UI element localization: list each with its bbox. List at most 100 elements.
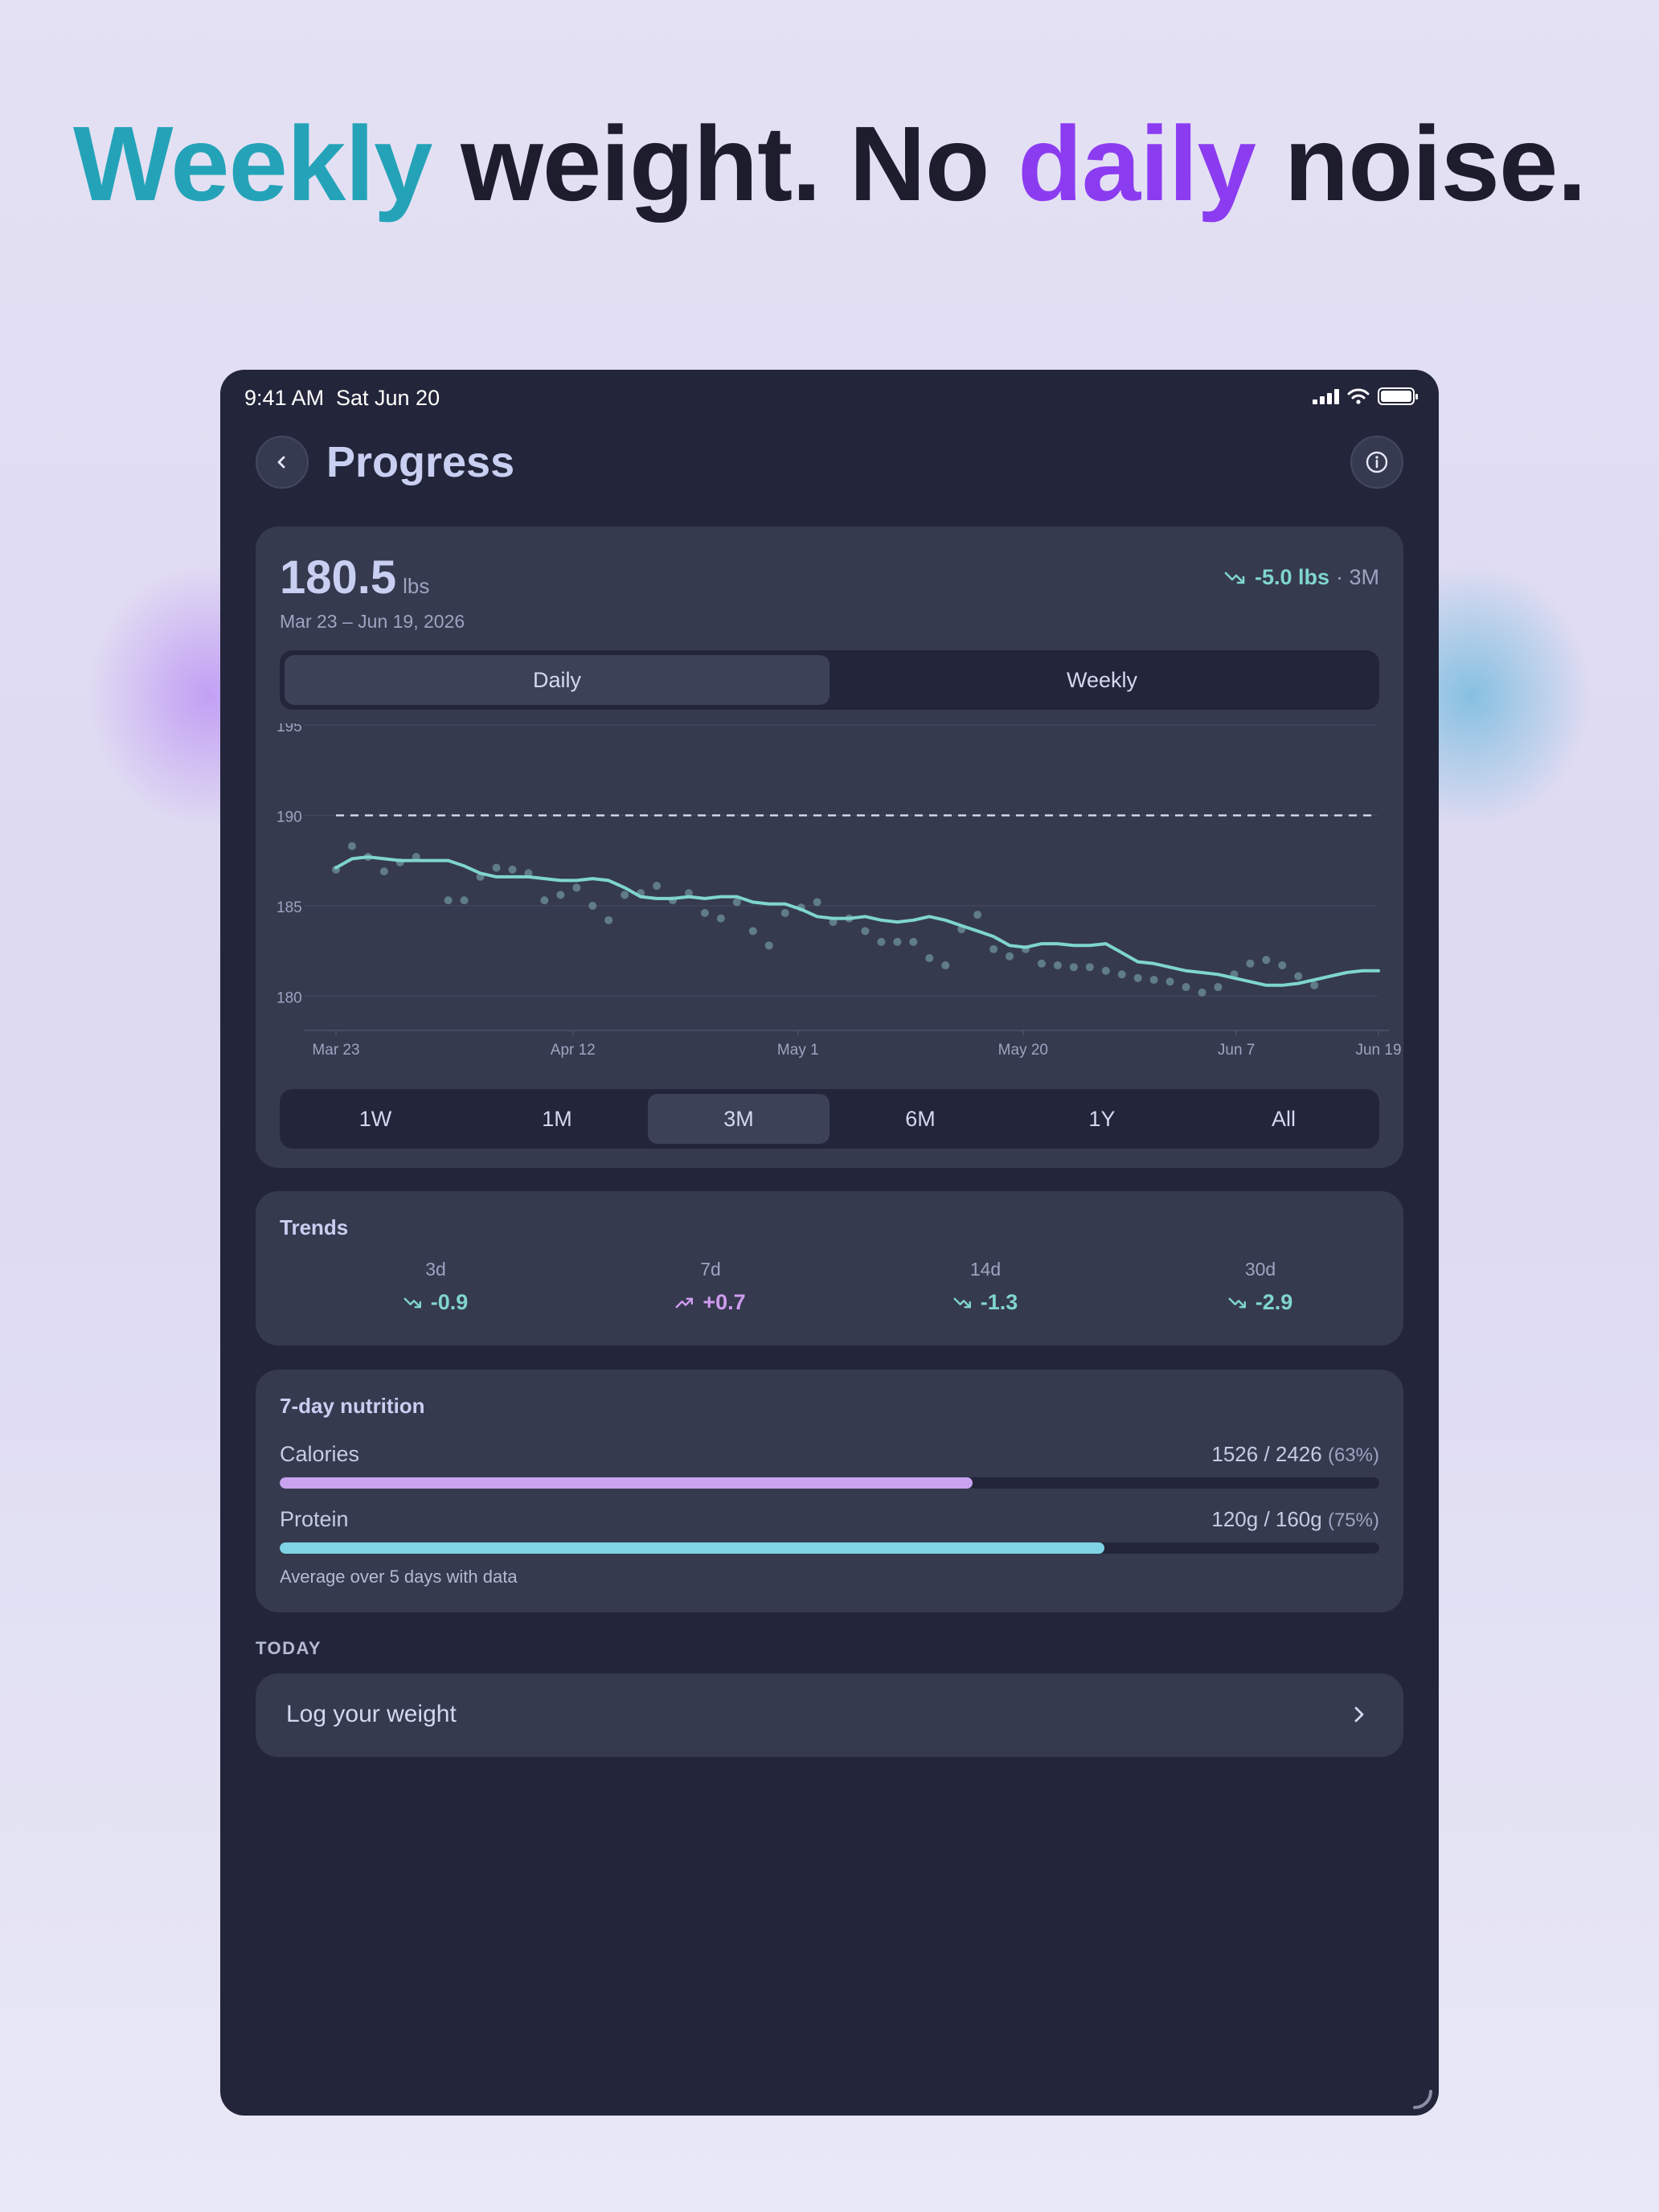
status-date: Sat Jun 20 [336,386,440,410]
chart-daily-point [973,911,982,920]
chart-x-tick-label: Mar 23 [312,1042,359,1059]
info-icon [1366,451,1388,473]
trends-title: Trends [280,1215,349,1239]
trend-value-text: +0.7 [703,1290,746,1314]
trend-period: 14d [969,1259,1002,1280]
chart-daily-point [716,914,725,923]
chart-daily-point [347,842,356,850]
trend-value: -1.3 [905,1290,1066,1315]
chart-daily-point [1198,988,1206,997]
calories-amount: 1526 / 2426 [1211,1442,1322,1466]
chart-daily-point [877,937,886,946]
chart-daily-point [813,898,821,907]
trending-down-icon [1224,571,1245,584]
trend-14d: 14d -1.3 [905,1259,1066,1315]
chart-daily-point [1133,973,1142,982]
chart-daily-point [1214,983,1223,992]
view-toggle: Daily Weekly [280,650,1379,710]
chart-daily-point [556,891,565,899]
chart-daily-point [1310,981,1319,989]
chart-x-tick-label: May 20 [998,1042,1048,1059]
weight-change-value: -5.0 lbs [1254,565,1329,589]
chart-daily-point [1117,970,1126,979]
log-weight-button[interactable]: Log your weight [256,1673,1403,1757]
protein-progress-fill [280,1542,1104,1554]
chart-daily-point [1246,959,1255,968]
status-bar: 9:41 AM Sat Jun 20 [244,378,1418,418]
chart-daily-point [460,896,469,905]
range-3m[interactable]: 3M [648,1094,830,1144]
range-all[interactable]: All [1193,1094,1374,1144]
chart-daily-point [508,865,517,874]
trending-down-icon [953,1297,971,1308]
status-icons [1313,387,1418,405]
range-6m[interactable]: 6M [830,1094,1011,1144]
range-1m[interactable]: 1M [466,1094,648,1144]
chart-daily-point [764,941,773,950]
calories-label: Calories [280,1442,360,1466]
chart-daily-point [621,891,629,899]
chart-daily-point [989,944,998,953]
chart-daily-point [780,908,789,917]
chart-daily-point [700,908,709,917]
wifi-icon [1347,388,1370,404]
nutrition-footnote: Average over 5 days with data [280,1567,518,1587]
toggle-weekly[interactable]: Weekly [830,655,1374,705]
headline-word-weight: weight. No [461,104,989,223]
chart-x-tick-label: May 1 [777,1042,819,1059]
chart-daily-point [1006,952,1014,961]
weight-change: -5.0 lbs · 3M [1224,565,1379,590]
chart-daily-point [1085,963,1094,972]
chart-daily-point [444,896,453,905]
toggle-daily[interactable]: Daily [285,655,830,705]
range-selector: 1W 1M 3M 6M 1Y All [280,1089,1379,1149]
trend-3d: 3d -0.9 [355,1259,516,1315]
headline-word-weekly: Weekly [72,104,433,223]
weight-chart: 195 190 185 180 Mar 23 Apr 12 May 1 May 20 Jun 7… [256,723,1403,1077]
trend-period: 3d [425,1259,446,1280]
chart-daily-point [1262,956,1271,965]
nutrition-title: 7-day nutrition [280,1394,425,1418]
range-1y[interactable]: 1Y [1011,1094,1193,1144]
calories-percent: (63%) [1327,1444,1379,1466]
weight-chart-svg: 195 190 185 180 Mar 23 Apr 12 May 1 May 20 Jun 7… [276,723,1402,1059]
chart-daily-point [492,863,501,872]
chart-daily-point [588,901,597,910]
trend-value: +0.7 [630,1290,791,1315]
chart-x-tick-label: Jun 19 [1355,1042,1401,1059]
chart-daily-point [604,916,613,924]
resize-handle-icon[interactable] [1410,2087,1434,2111]
protein-progress-bar [280,1542,1379,1554]
marketing-headline: Weekly weight. No daily noise. [0,103,1659,224]
page-title: Progress [326,438,515,486]
protein-percent: (75%) [1327,1509,1379,1531]
chevron-left-icon [277,456,285,469]
trending-up-icon [675,1297,694,1308]
protein-amount: 120g / 160g [1211,1507,1322,1531]
chart-daily-point [1101,966,1110,975]
chart-daily-point [861,927,870,936]
status-time: 9:41 AM [244,386,325,410]
trend-value: -0.9 [355,1290,516,1315]
trends-card: Trends 3d -0.9 7d +0.7 14d -1.3 30d -2.9 [256,1191,1403,1346]
chart-y-tick-label: 180 [276,989,302,1006]
chevron-right-icon [1354,1706,1364,1722]
log-weight-label: Log your weight [286,1701,457,1727]
chart-daily-point [925,954,934,963]
trend-value-text: -1.3 [980,1290,1018,1314]
chart-daily-point [572,883,581,892]
info-button[interactable] [1350,436,1403,489]
chart-daily-point [1278,961,1287,970]
chart-daily-point [1294,972,1303,981]
chart-daily-point [748,927,757,936]
calories-value: 1526 / 2426 (63%) [1211,1442,1379,1467]
chart-daily-point [909,937,918,946]
tablet-screen: 9:41 AM Sat Jun 20 Progress 180.5 lbs Ma… [220,370,1439,2116]
weight-unit: lbs [403,574,430,598]
back-button[interactable] [256,436,309,489]
chart-x-tick-label: Apr 12 [551,1042,596,1059]
date-range: Mar 23 – Jun 19, 2026 [280,611,465,632]
trend-value-text: -2.9 [1255,1290,1293,1314]
trend-value: -2.9 [1180,1290,1341,1315]
range-1w[interactable]: 1W [285,1094,466,1144]
